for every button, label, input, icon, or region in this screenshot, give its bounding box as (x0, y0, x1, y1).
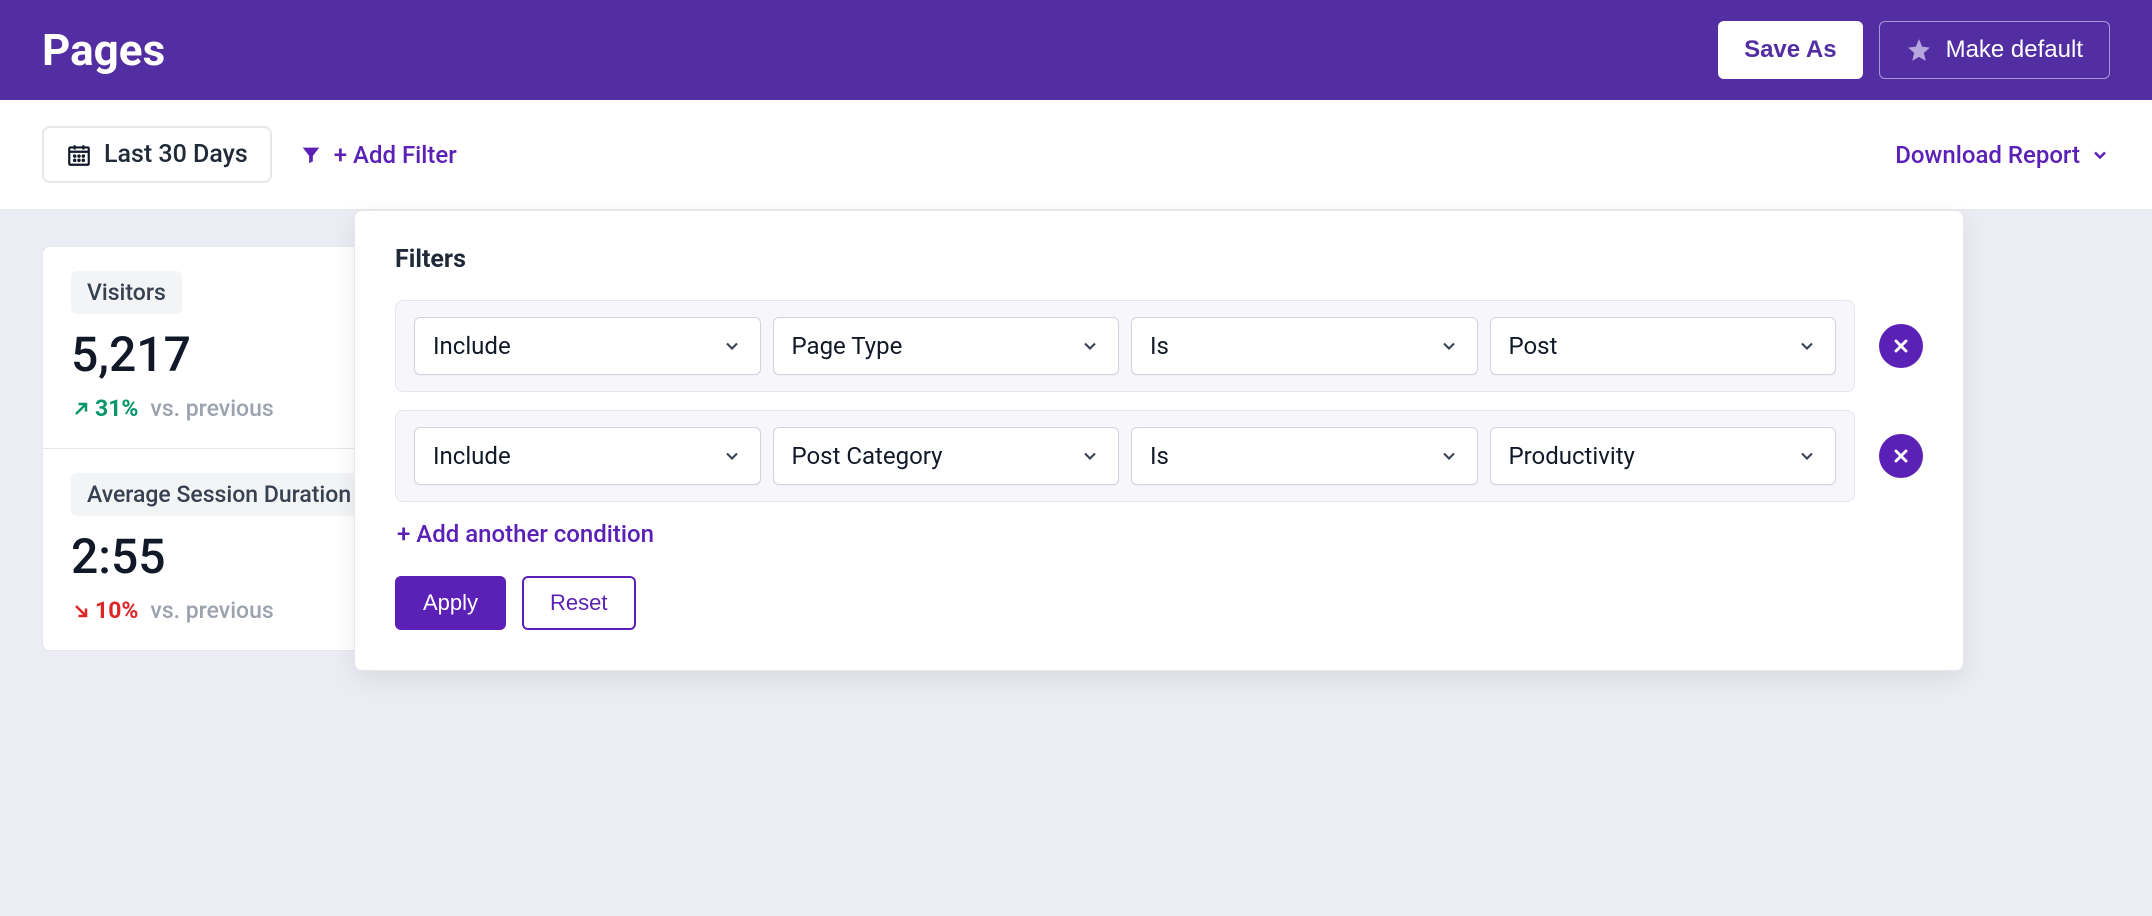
save-as-button[interactable]: Save As (1718, 21, 1863, 79)
toolbar-left: Last 30 Days + Add Filter (42, 126, 457, 183)
compare-label: vs. previous (150, 597, 273, 624)
chevron-down-icon (1080, 336, 1100, 356)
chevron-down-icon (722, 336, 742, 356)
filter-row: Include Page Type Is Post (395, 300, 1923, 392)
add-filter-button[interactable]: + Add Filter (300, 141, 457, 169)
filter-value-value: Post (1509, 332, 1558, 360)
chevron-down-icon (2090, 145, 2110, 165)
date-range-picker[interactable]: Last 30 Days (42, 126, 272, 183)
close-icon (1891, 336, 1911, 356)
filter-field-value: Page Type (792, 332, 903, 360)
calendar-icon (66, 142, 92, 168)
filter-op-select[interactable]: Is (1131, 317, 1478, 375)
filter-field-select[interactable]: Post Category (773, 427, 1120, 485)
compare-label: vs. previous (150, 395, 273, 422)
filter-conditions: Include Page Type Is Post (395, 300, 1855, 392)
filter-value-value: Productivity (1509, 442, 1635, 470)
add-condition-button[interactable]: + Add another condition (397, 520, 1923, 548)
filter-mode-value: Include (433, 332, 511, 360)
filter-conditions: Include Post Category Is Productivity (395, 410, 1855, 502)
funnel-icon (300, 143, 322, 167)
arrow-down-icon (71, 601, 91, 621)
download-report-label: Download Report (1895, 141, 2080, 169)
chevron-down-icon (722, 446, 742, 466)
make-default-label: Make default (1946, 36, 2083, 64)
header-bar: Pages Save As Make default (0, 0, 2152, 100)
filters-title: Filters (395, 245, 1923, 274)
filter-op-select[interactable]: Is (1131, 427, 1478, 485)
change-down: 10% (71, 597, 138, 624)
metric-label: Visitors (71, 271, 182, 314)
filter-field-select[interactable]: Page Type (773, 317, 1120, 375)
remove-filter-button[interactable] (1879, 324, 1923, 368)
chevron-down-icon (1797, 336, 1817, 356)
remove-filter-button[interactable] (1879, 434, 1923, 478)
filter-op-value: Is (1150, 332, 1169, 360)
change-pct: 31% (95, 395, 138, 422)
filter-row: Include Post Category Is Productivity (395, 410, 1923, 502)
chevron-down-icon (1080, 446, 1100, 466)
date-range-label: Last 30 Days (104, 140, 248, 169)
chevron-down-icon (1439, 446, 1459, 466)
apply-button[interactable]: Apply (395, 576, 506, 630)
filter-mode-select[interactable]: Include (414, 317, 761, 375)
metric-label: Average Session Duration (71, 473, 367, 516)
close-icon (1891, 446, 1911, 466)
arrow-up-icon (71, 399, 91, 419)
filter-op-value: Is (1150, 442, 1169, 470)
chevron-down-icon (1797, 446, 1817, 466)
filter-value-select[interactable]: Productivity (1490, 427, 1837, 485)
toolbar: Last 30 Days + Add Filter Download Repor… (0, 100, 2152, 210)
header-actions: Save As Make default (1718, 21, 2110, 79)
make-default-button[interactable]: Make default (1879, 21, 2110, 79)
change-up: 31% (71, 395, 138, 422)
filter-mode-select[interactable]: Include (414, 427, 761, 485)
filter-field-value: Post Category (792, 442, 943, 470)
add-filter-label: + Add Filter (334, 141, 457, 169)
filters-popover: Filters Include Page Type Is Post (354, 210, 1964, 671)
filter-mode-value: Include (433, 442, 511, 470)
filter-value-select[interactable]: Post (1490, 317, 1837, 375)
content-area: Visitors 5,217 31% vs. previous Average … (0, 210, 2152, 691)
change-pct: 10% (95, 597, 138, 624)
popover-actions: Apply Reset (395, 576, 1923, 630)
reset-button[interactable]: Reset (522, 576, 635, 630)
download-report-button[interactable]: Download Report (1895, 141, 2110, 169)
page-title: Pages (42, 24, 165, 76)
star-icon (1906, 37, 1932, 63)
chevron-down-icon (1439, 336, 1459, 356)
